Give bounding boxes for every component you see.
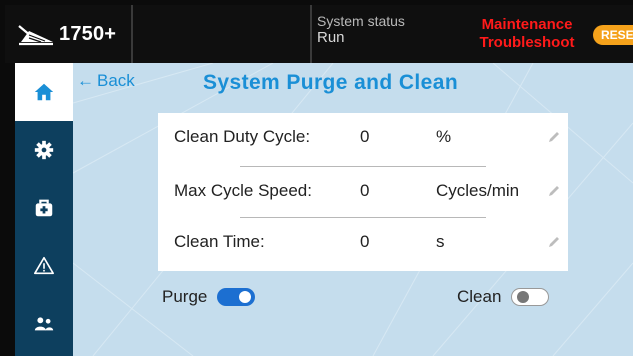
sidebar-item-home[interactable] [15,63,73,121]
setting-row-clean-time[interactable]: Clean Time: 0 s [158,218,568,268]
arrow-left-icon: ← [77,71,94,90]
status-value: Run [317,29,345,46]
sidebar-item-alarms[interactable] [15,237,73,295]
toolbox-icon [35,199,53,217]
back-label: Back [97,71,135,90]
sidebar-item-toolbox[interactable] [15,179,73,237]
home-icon [34,83,54,101]
setting-row-max-cycle-speed[interactable]: Max Cycle Speed: 0 Cycles/min [158,167,568,217]
gear-icon [34,140,54,160]
product-logo: 1750+ [5,5,133,63]
alarm-maintenance[interactable]: Maintenance [467,16,587,34]
users-icon [34,317,54,331]
setting-label: Max Cycle Speed: [174,181,312,200]
page-title: System Purge and Clean [203,71,459,94]
sidebar [15,63,73,356]
back-link[interactable]: ← Back [77,71,135,91]
setting-unit: % [436,127,452,146]
sidebar-item-settings[interactable] [15,121,73,179]
system-status: System status Run [317,13,405,46]
setting-label: Clean Duty Cycle: [174,127,311,146]
setting-row-clean-duty-cycle[interactable]: Clean Duty Cycle: 0 % [158,113,568,163]
status-label: System status [317,13,405,29]
setting-unit: Cycles/min [436,181,520,200]
app-frame: 1750+ System status Run Maintenance Trou… [0,0,633,356]
top-bar: 1750+ System status Run Maintenance Trou… [5,5,633,63]
pencil-icon[interactable] [547,235,561,249]
setting-value[interactable]: 0 [360,181,369,201]
header-divider [310,5,312,63]
toggle-knob [239,291,252,303]
purge-toggle-group: Purge [162,287,256,307]
sidebar-item-users[interactable] [15,295,73,353]
purge-toggle[interactable] [217,288,256,306]
setting-label: Clean Time: [174,232,265,251]
setting-value[interactable]: 0 [360,127,369,147]
setting-value[interactable]: 0 [360,232,369,252]
main-panel: ← Back System Purge and Clean Clean Duty… [73,63,633,356]
pencil-icon[interactable] [547,130,561,144]
product-logo-icon [18,25,53,46]
pencil-icon[interactable] [547,184,561,198]
warning-icon [34,256,54,275]
model-label: 1750+ [59,22,117,45]
toggle-knob [517,291,530,303]
settings-card: Clean Duty Cycle: 0 % Max Cycle Speed: 0… [158,113,568,271]
alarm-troubleshoot[interactable]: Troubleshoot [467,34,587,52]
setting-unit: s [436,232,445,251]
reset-button[interactable]: RESET [593,25,633,45]
purge-label: Purge [162,287,208,306]
alarm-panel[interactable]: Maintenance Troubleshoot [467,16,587,52]
clean-label: Clean [457,287,502,306]
clean-toggle-group: Clean [457,287,550,307]
clean-toggle[interactable] [511,288,550,306]
